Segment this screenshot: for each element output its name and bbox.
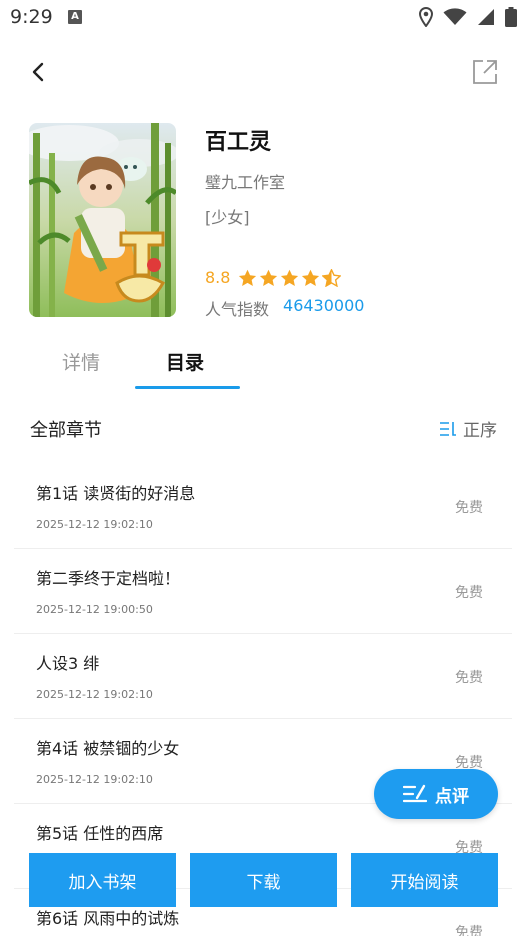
start-reading-button[interactable]: 开始阅读 [351, 853, 498, 907]
share-button[interactable] [471, 58, 499, 86]
chapter-date: 2025-12-12 19:02:10 [36, 773, 153, 786]
chapter-title: 人设3 绯 [36, 654, 100, 673]
comic-title: 百工灵 [205, 130, 272, 155]
review-button[interactable]: 点评 [374, 769, 498, 819]
location-icon [419, 7, 433, 27]
chapter-price: 免费 [455, 670, 483, 686]
all-chapters-label: 全部章节 [30, 420, 102, 441]
star-icon [239, 269, 257, 286]
share-icon [473, 60, 497, 84]
chapter-title: 第4话 被禁锢的少女 [36, 739, 180, 758]
chapter-date: 2025-12-12 19:02:10 [36, 518, 153, 531]
chapter-title: 第二季终于定档啦！ [36, 569, 181, 588]
status-icons [419, 6, 517, 28]
star-icon [302, 269, 320, 286]
rating-row: 8.8 [205, 268, 342, 287]
chapter-row[interactable]: 第1话 读贤街的好消息 2025-12-12 19:02:10 免费 [14, 464, 512, 549]
tab-catalog[interactable]: 目录 [166, 348, 204, 375]
chapter-row[interactable]: 第二季终于定档啦！ 2025-12-12 19:00:50 免费 [14, 549, 512, 634]
chevron-left-icon [32, 62, 44, 82]
edit-list-icon [403, 784, 427, 803]
status-bar: 9:29 A [0, 0, 527, 36]
cover-illustration [29, 123, 176, 317]
back-button[interactable] [24, 58, 52, 86]
battery-icon [505, 7, 517, 27]
status-time: 9:29 [10, 6, 53, 28]
chapter-title: 第1话 读贤街的好消息 [36, 484, 196, 503]
sort-label: 正序 [463, 421, 497, 441]
rating-stars [238, 268, 342, 287]
chapter-title: 第6话 风雨中的试炼 [36, 909, 180, 928]
tab-active-indicator [135, 386, 240, 389]
rating-score: 8.8 [205, 268, 231, 287]
comic-author[interactable]: 璧九工作室 [205, 169, 285, 193]
popularity-value: 46430000 [283, 296, 365, 315]
wifi-icon [443, 8, 467, 25]
chapter-date: 2025-12-12 19:02:10 [36, 688, 153, 701]
chapter-price: 免费 [455, 500, 483, 516]
popularity-row: 人气指数 46430000 [205, 296, 364, 320]
download-button[interactable]: 下载 [190, 853, 337, 907]
star-icon [260, 269, 278, 286]
star-icon [281, 269, 299, 286]
sort-button[interactable]: 正序 [439, 416, 497, 441]
comic-cover[interactable] [29, 123, 176, 317]
chapter-price: 免费 [455, 925, 483, 936]
sort-icon [440, 421, 456, 436]
popularity-label: 人气指数 [205, 300, 270, 319]
review-label: 点评 [435, 786, 469, 807]
tab-details[interactable]: 详情 [62, 348, 100, 375]
chapter-row[interactable]: 人设3 绯 2025-12-12 19:02:10 免费 [14, 634, 512, 719]
chapter-title: 第5话 任性的西席 [36, 824, 164, 843]
notification-icon: A [68, 10, 82, 24]
add-to-shelf-button[interactable]: 加入书架 [29, 853, 176, 907]
star-half-icon [322, 268, 342, 287]
chapter-date: 2025-12-12 19:00:50 [36, 603, 153, 616]
signal-icon [478, 9, 494, 25]
comic-tags: [少女] [205, 208, 250, 227]
chapter-price: 免费 [455, 585, 483, 601]
